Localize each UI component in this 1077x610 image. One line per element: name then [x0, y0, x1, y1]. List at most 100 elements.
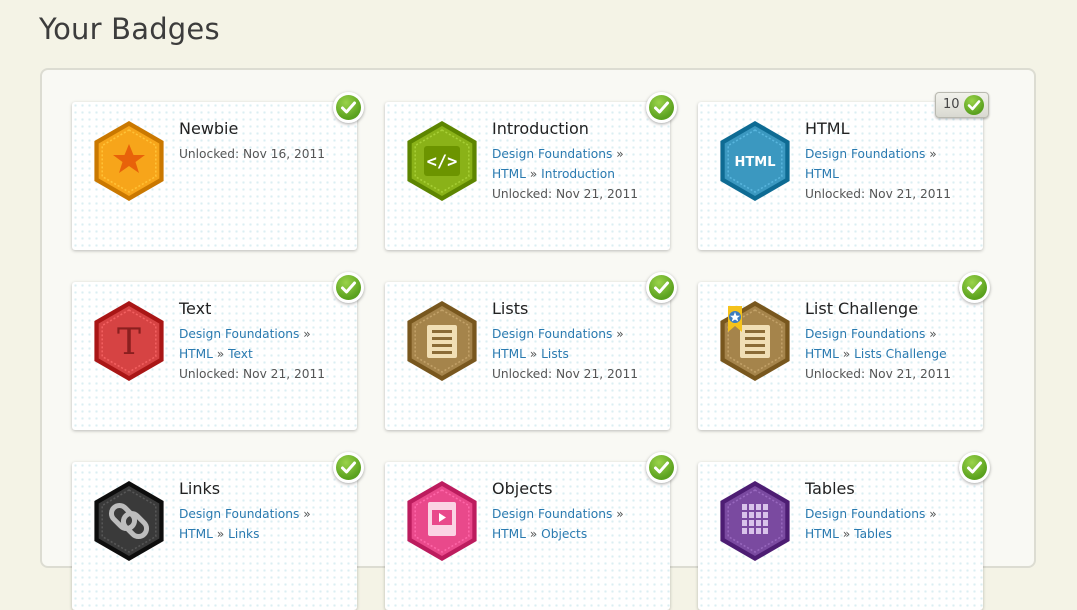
- checkmark-icon: [959, 272, 990, 303]
- breadcrumb-separator: »: [925, 507, 937, 521]
- breadcrumb-link[interactable]: Design Foundations: [179, 507, 299, 521]
- breadcrumb-link[interactable]: HTML: [179, 347, 213, 361]
- code-icon: </>: [405, 120, 479, 202]
- breadcrumb-link[interactable]: Lists: [541, 347, 569, 361]
- breadcrumb-separator: »: [299, 507, 311, 521]
- breadcrumb-link[interactable]: Tables: [854, 527, 892, 541]
- badge-name: Text: [179, 299, 212, 318]
- badge-line: HTML: [805, 164, 977, 184]
- badge-line: Design Foundations »: [805, 504, 977, 524]
- badge-card[interactable]: HTML HTML Design Foundations » HTML Unlocked…: [698, 92, 989, 250]
- breadcrumb-separator: »: [838, 527, 855, 541]
- svg-text:HTML: HTML: [735, 155, 776, 170]
- badge-card[interactable]: Lists Design Foundations » HTML » Lists Unl…: [385, 272, 677, 430]
- breadcrumb-separator: »: [525, 347, 542, 361]
- checkmark-icon: [646, 452, 677, 483]
- badge-line: HTML » Text: [179, 344, 351, 364]
- table-grid-icon: [718, 480, 792, 562]
- breadcrumb-link[interactable]: Design Foundations: [492, 327, 612, 341]
- badge-info: Newbie Unlocked: Nov 16, 2011: [179, 119, 351, 164]
- breadcrumb-separator: »: [838, 347, 855, 361]
- badge-info: Lists Design Foundations » HTML » Lists Unl…: [492, 299, 664, 384]
- breadcrumb-link[interactable]: HTML: [492, 167, 526, 181]
- svg-text:</>: </>: [427, 152, 458, 172]
- checkmark-icon: [964, 95, 984, 115]
- breadcrumb-link[interactable]: HTML: [492, 527, 526, 541]
- checkmark-icon: [333, 92, 364, 123]
- badge-line: Unlocked: Nov 21, 2011: [805, 184, 977, 204]
- unlocked-date: Unlocked: Nov 21, 2011: [805, 187, 951, 201]
- badge-info: Introduction Design Foundations » HTML » I…: [492, 119, 664, 204]
- checkmark-icon: [333, 452, 364, 483]
- badge-name: Newbie: [179, 119, 239, 138]
- badge-line: HTML » Introduction: [492, 164, 664, 184]
- badge-info: Text Design Foundations » HTML » Text Unloc…: [179, 299, 351, 384]
- badge-line: Design Foundations »: [492, 324, 664, 344]
- badge-line: Design Foundations »: [179, 504, 351, 524]
- breadcrumb-separator: »: [525, 167, 542, 181]
- checkmark-icon: [959, 452, 990, 483]
- badge-line: HTML » Links: [179, 524, 351, 544]
- breadcrumb-link[interactable]: HTML: [179, 527, 213, 541]
- breadcrumb-separator: »: [612, 507, 624, 521]
- breadcrumb-link[interactable]: Design Foundations: [179, 327, 299, 341]
- breadcrumb-separator: »: [299, 327, 311, 341]
- html-icon: HTML: [718, 120, 792, 202]
- breadcrumb-link[interactable]: Text: [228, 347, 253, 361]
- breadcrumb-link[interactable]: Design Foundations: [492, 507, 612, 521]
- checkmark-icon: [646, 92, 677, 123]
- badge-line: HTML » Lists Challenge: [805, 344, 977, 364]
- badge-name: HTML: [805, 119, 850, 138]
- badge-name: Links: [179, 479, 221, 498]
- badge-card[interactable]: Objects Design Foundations » HTML » Object…: [385, 452, 677, 610]
- page-title: Your Badges: [39, 12, 220, 46]
- media-icon: [405, 480, 479, 562]
- badge-line: Design Foundations »: [492, 504, 664, 524]
- list-ribbon-icon: [718, 300, 792, 382]
- breadcrumb-link[interactable]: Design Foundations: [805, 327, 925, 341]
- badge-card[interactable]: </> Introduction Design Foundations » HTML …: [385, 92, 677, 250]
- badge-card[interactable]: Newbie Unlocked: Nov 16, 2011: [72, 92, 364, 250]
- badge-count: 10: [943, 97, 960, 112]
- badge-name: List Challenge: [805, 299, 919, 318]
- badge-line: Unlocked: Nov 16, 2011: [179, 144, 351, 164]
- badge-line: Unlocked: Nov 21, 2011: [179, 364, 351, 384]
- badge-info: Links Design Foundations » HTML » Links: [179, 479, 351, 544]
- badge-info: Tables Design Foundations » HTML » Tables: [805, 479, 977, 544]
- badge-line: Unlocked: Nov 21, 2011: [805, 364, 977, 384]
- list-icon: [405, 300, 479, 382]
- badge-card[interactable]: T Text Design Foundations » HTML » Text Unlo…: [72, 272, 364, 430]
- badge-count-pill[interactable]: 10: [935, 92, 989, 118]
- unlocked-date: Unlocked: Nov 21, 2011: [492, 187, 638, 201]
- breadcrumb-link[interactable]: Lists Challenge: [854, 347, 946, 361]
- breadcrumb-link[interactable]: Links: [228, 527, 259, 541]
- badge-info: Objects Design Foundations » HTML » Object…: [492, 479, 664, 544]
- breadcrumb-link[interactable]: Design Foundations: [805, 147, 925, 161]
- breadcrumb-separator: »: [925, 327, 937, 341]
- badge-line: HTML » Lists: [492, 344, 664, 364]
- breadcrumb-link[interactable]: HTML: [805, 347, 839, 361]
- badge-card[interactable]: List Challenge Design Foundations » HTML »…: [698, 272, 990, 430]
- badge-line: Unlocked: Nov 21, 2011: [492, 364, 664, 384]
- breadcrumb-link[interactable]: HTML: [805, 167, 839, 181]
- breadcrumb-link[interactable]: Design Foundations: [805, 507, 925, 521]
- badge-name: Objects: [492, 479, 553, 498]
- badge-line: Design Foundations »: [179, 324, 351, 344]
- unlocked-date: Unlocked: Nov 16, 2011: [179, 147, 325, 161]
- badge-card[interactable]: Tables Design Foundations » HTML » Tables: [698, 452, 990, 610]
- breadcrumb-link[interactable]: Design Foundations: [492, 147, 612, 161]
- badge-line: Design Foundations »: [805, 324, 977, 344]
- badge-info: HTML Design Foundations » HTML Unlocked: No…: [805, 119, 977, 204]
- checkmark-icon: [646, 272, 677, 303]
- breadcrumb-separator: »: [212, 527, 229, 541]
- breadcrumb-link[interactable]: Introduction: [541, 167, 615, 181]
- breadcrumb-separator: »: [612, 327, 624, 341]
- badge-name: Tables: [805, 479, 855, 498]
- badge-card[interactable]: Links Design Foundations » HTML » Links: [72, 452, 364, 610]
- breadcrumb-link[interactable]: HTML: [492, 347, 526, 361]
- breadcrumb-link[interactable]: HTML: [805, 527, 839, 541]
- unlocked-date: Unlocked: Nov 21, 2011: [805, 367, 951, 381]
- checkmark-icon: [333, 272, 364, 303]
- breadcrumb-link[interactable]: Objects: [541, 527, 587, 541]
- badge-line: Unlocked: Nov 21, 2011: [492, 184, 664, 204]
